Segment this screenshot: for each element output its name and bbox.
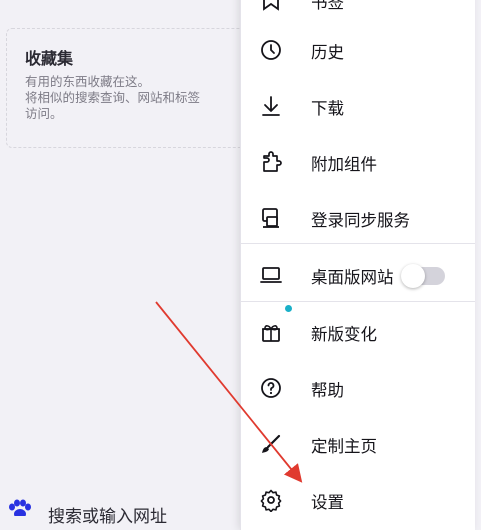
menu-item-bookmarks[interactable]: 书签 <box>241 0 475 26</box>
gear-icon <box>259 488 283 512</box>
collections-description: 有用的东西收藏在这。 将相似的搜索查询、网站和标签 访问。 <box>25 74 201 121</box>
menu-item-desktop-site[interactable]: 桌面版网站 <box>241 249 475 301</box>
help-icon <box>259 376 283 400</box>
menu-item-sync[interactable]: 登录同步服务 <box>241 192 475 244</box>
addons-icon <box>259 150 283 174</box>
history-icon <box>259 38 283 62</box>
menu-item-label: 设置 <box>311 493 344 512</box>
main-menu: 书签 历史 下载 附加组件 登录同步服务 桌面版网站 新版变化 帮助 定制主页 … <box>240 0 475 530</box>
menu-item-label: 书签 <box>311 0 344 12</box>
bookmark-icon <box>259 0 283 12</box>
menu-item-addons[interactable]: 附加组件 <box>241 136 475 188</box>
menu-item-label: 登录同步服务 <box>311 211 410 230</box>
gift-icon <box>259 320 283 344</box>
search-placeholder[interactable]: 搜索或输入网址 <box>48 502 167 527</box>
menu-item-label: 桌面版网站 <box>311 268 394 287</box>
menu-item-label: 帮助 <box>311 381 344 400</box>
menu-item-label: 附加组件 <box>311 155 377 174</box>
menu-item-history[interactable]: 历史 <box>241 24 475 76</box>
desktop-site-toggle[interactable] <box>401 264 445 288</box>
menu-item-label: 历史 <box>311 43 344 62</box>
menu-item-label: 新版变化 <box>311 325 377 344</box>
menu-item-label: 下载 <box>311 99 344 118</box>
toggle-knob <box>401 264 425 288</box>
desktop-icon <box>259 263 283 287</box>
collections-title: 收藏集 <box>25 49 74 68</box>
sync-account-icon <box>259 206 283 230</box>
new-badge-dot <box>285 305 292 312</box>
menu-divider <box>241 243 475 244</box>
collections-card: 收藏集 有用的东西收藏在这。 将相似的搜索查询、网站和标签 访问。 <box>6 28 266 148</box>
menu-divider <box>241 301 475 302</box>
menu-item-whats-new[interactable]: 新版变化 <box>241 306 475 358</box>
menu-item-help[interactable]: 帮助 <box>241 362 475 414</box>
menu-item-customize-home[interactable]: 定制主页 <box>241 418 475 470</box>
baidu-paw-icon <box>9 499 31 516</box>
menu-item-downloads[interactable]: 下载 <box>241 80 475 132</box>
download-icon <box>259 94 283 118</box>
brush-icon <box>259 432 283 456</box>
menu-item-label: 定制主页 <box>311 437 377 456</box>
menu-item-settings[interactable]: 设置 <box>241 474 475 526</box>
